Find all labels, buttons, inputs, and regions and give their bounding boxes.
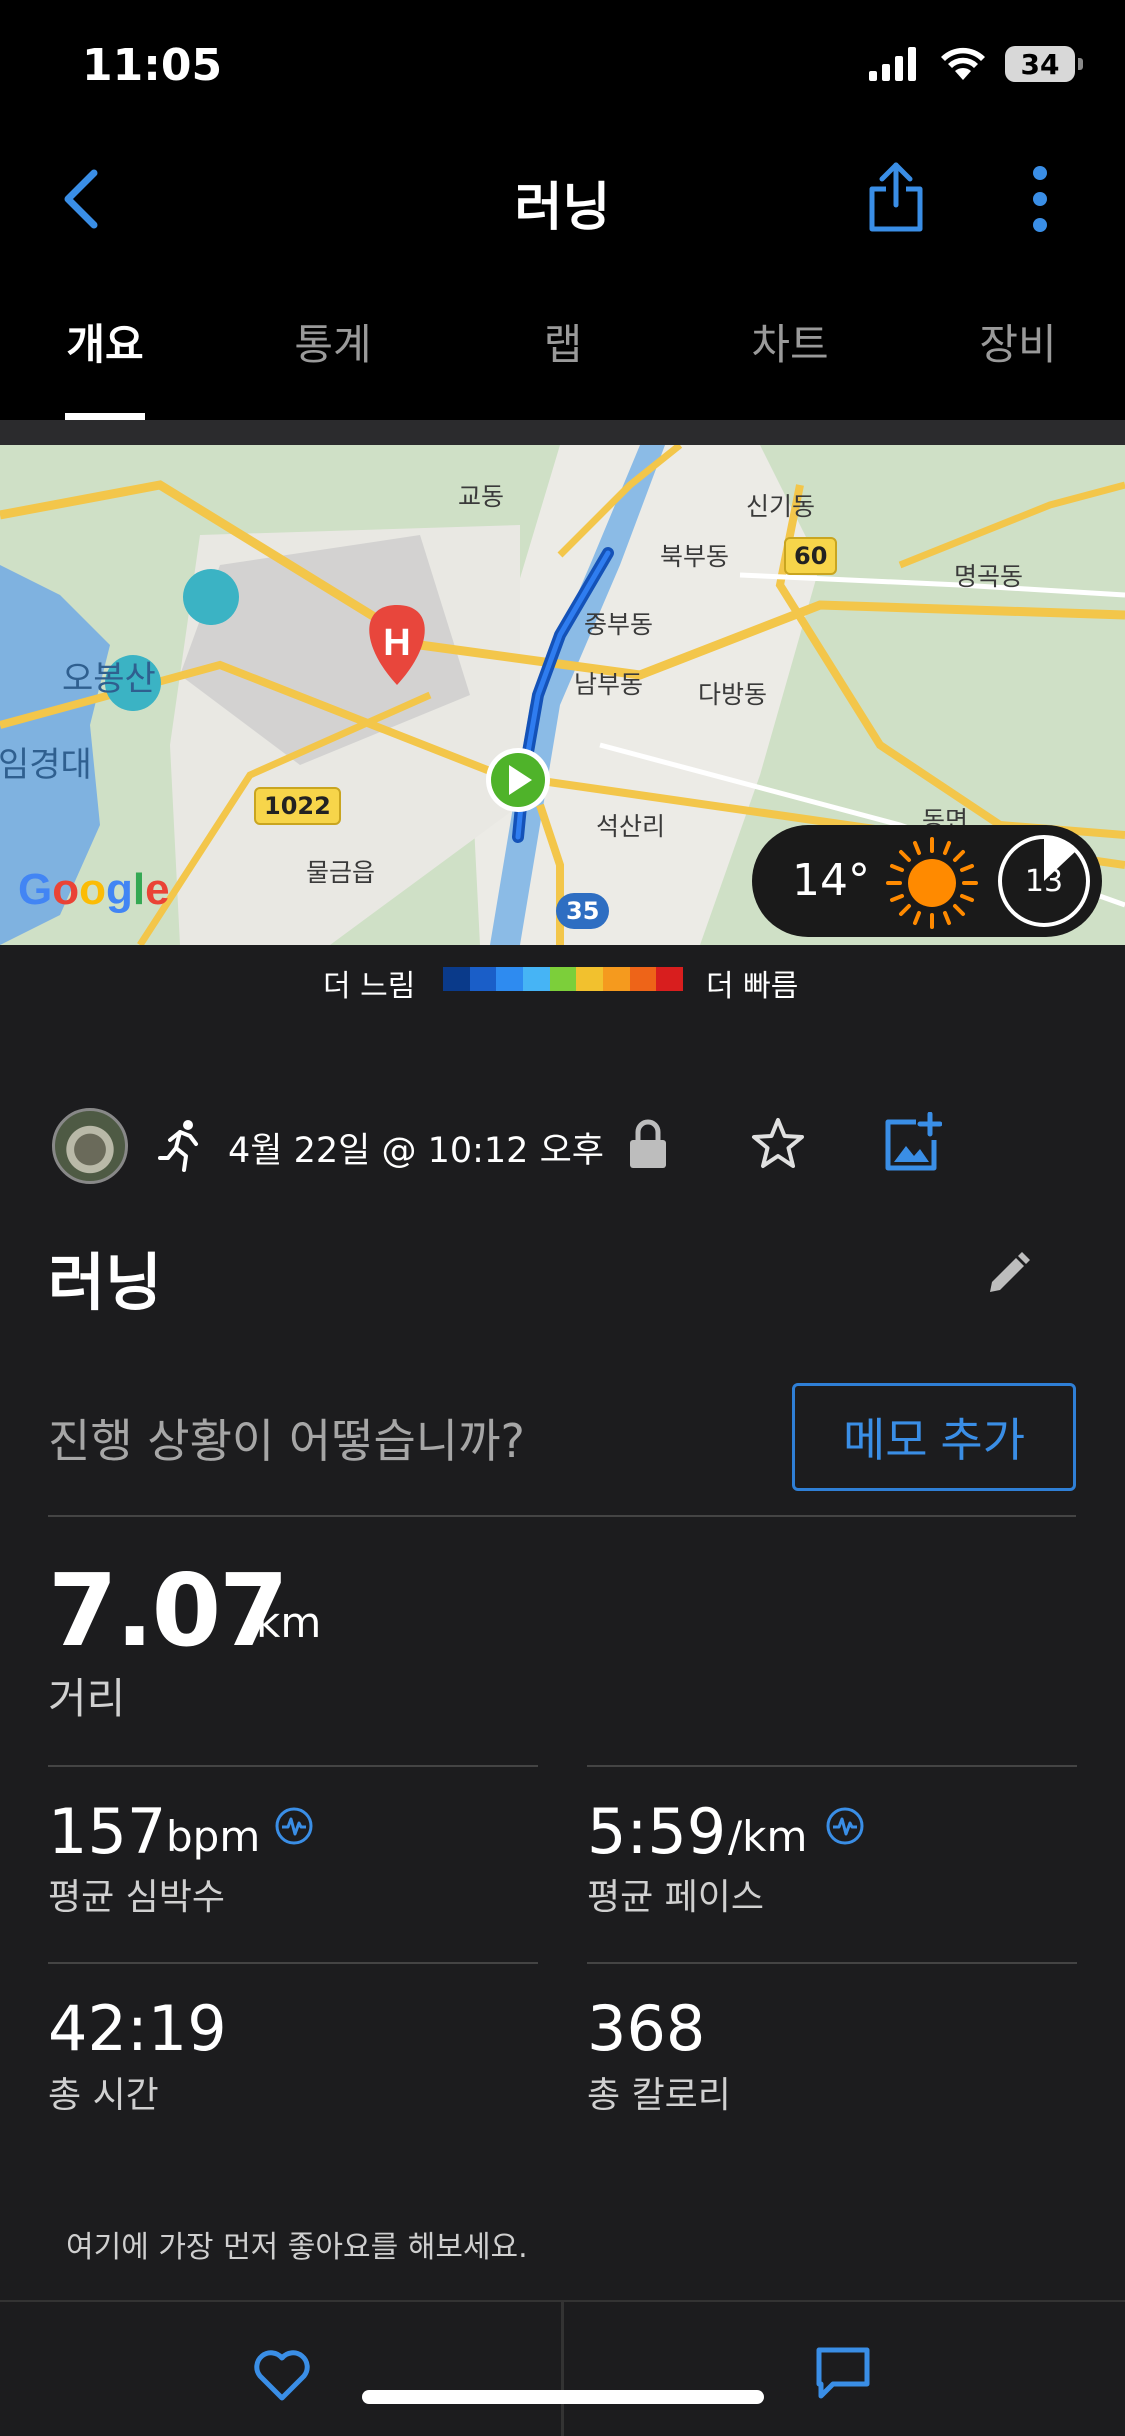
pace-color-swatch — [496, 967, 524, 991]
calories-value: 368 — [587, 1992, 706, 2065]
avg-pace-label: 평균 페이스 — [587, 1877, 765, 1918]
like-prompt: 여기에 가장 먼저 좋아요를 해보세요. — [66, 2230, 528, 2265]
activity-date: 4월 22일 @ 10:12 오후 — [228, 1131, 604, 1171]
add-photo-icon[interactable] — [884, 1112, 942, 1172]
road-badge: 35 — [556, 893, 610, 929]
map-label: 중부동 — [584, 610, 654, 639]
comment-icon[interactable] — [815, 2346, 871, 2400]
divider — [48, 1962, 538, 1964]
pace-info-icon[interactable] — [825, 1806, 865, 1846]
avg-pace-value: 5:59 — [587, 1795, 727, 1868]
star-icon[interactable] — [750, 1116, 806, 1172]
road-badge: 1022 — [254, 787, 341, 825]
legend-slow-label: 더 느림 — [323, 969, 416, 1004]
status-icons: 34 — [869, 46, 1083, 82]
bottom-action-bar — [0, 2300, 1125, 2436]
add-memo-button[interactable]: 메모 추가 — [792, 1383, 1076, 1491]
map-label: 석산리 — [596, 812, 666, 841]
pace-legend: 더 느림 더 빠름 — [0, 955, 1125, 1005]
pace-color-swatch — [603, 967, 630, 991]
wifi-icon — [941, 47, 985, 80]
divider — [561, 2302, 564, 2436]
heart-icon[interactable] — [252, 2346, 312, 2402]
tab-laps[interactable]: 랩 — [473, 311, 653, 372]
weather-temp: 14° — [792, 855, 870, 906]
distance-value: 7.07 — [48, 1552, 289, 1669]
lock-icon[interactable] — [628, 1118, 668, 1170]
wind-speed-value: 13 — [1024, 863, 1064, 899]
pace-color-swatch — [549, 967, 577, 991]
map-label: 오봉산 — [62, 659, 156, 699]
wind-speed: 13 — [998, 835, 1090, 927]
avg-pace-unit: /km — [728, 1812, 808, 1861]
battery-icon: 34 — [1005, 46, 1083, 82]
tab-stats[interactable]: 통계 — [243, 311, 423, 372]
running-icon — [158, 1120, 198, 1172]
sun-icon — [886, 837, 978, 929]
tab-overview[interactable]: 개요 — [15, 311, 195, 372]
pace-color-swatch — [523, 967, 550, 991]
edit-icon[interactable] — [986, 1252, 1030, 1296]
map-label: 교동 — [458, 482, 505, 511]
divider — [48, 1515, 1076, 1517]
weather-badge: 14° 13 — [752, 825, 1102, 937]
map-label: 다방동 — [698, 680, 768, 709]
map-label: 북부동 — [660, 542, 730, 571]
road-badge: 60 — [784, 537, 838, 575]
progress-question: 진행 상황이 어떻습니까? — [48, 1414, 525, 1468]
divider — [587, 1765, 1077, 1767]
google-logo: Google — [18, 865, 170, 914]
map-label: 물금읍 — [306, 858, 376, 887]
share-icon[interactable] — [868, 161, 924, 233]
avg-hr-value: 157 — [48, 1795, 167, 1868]
tab-bar: 개요 통계 랩 차트 장비 — [0, 265, 1125, 420]
more-vertical-icon[interactable] — [1028, 165, 1052, 233]
avatar[interactable] — [52, 1108, 128, 1184]
distance-label: 거리 — [48, 1674, 126, 1723]
nav-bar: 러닝 — [0, 135, 1125, 265]
pace-color-swatch — [469, 967, 497, 991]
home-indicator — [362, 2390, 764, 2404]
map-label: 신기동 — [746, 492, 816, 521]
pace-color-swatch — [656, 967, 684, 991]
tab-gear[interactable]: 장비 — [928, 311, 1108, 372]
heart-rate-icon[interactable] — [274, 1806, 314, 1846]
divider — [48, 1765, 538, 1767]
activity-title: 러닝 — [48, 1246, 163, 1319]
divider-strip — [0, 420, 1125, 445]
map-label: 임경대 — [0, 745, 92, 785]
signal-icon — [869, 47, 916, 81]
pace-color-swatch — [576, 967, 604, 991]
avg-hr-unit: bpm — [166, 1812, 261, 1861]
legend-fast-label: 더 빠름 — [706, 969, 799, 1004]
svg-text:H: H — [383, 622, 410, 664]
map-label: 명곡동 — [954, 562, 1024, 591]
pace-color-swatch — [629, 967, 657, 991]
pace-color-swatch — [443, 967, 470, 991]
status-bar: 11:05 34 — [0, 0, 1125, 135]
total-time-value: 42:19 — [48, 1992, 227, 2065]
activity-meta-row: 4월 22일 @ 10:12 오후 — [0, 1100, 1125, 1190]
status-time: 11:05 — [82, 40, 223, 91]
divider — [587, 1962, 1077, 1964]
active-tab-indicator — [65, 413, 145, 420]
map-label: 남부동 — [574, 670, 644, 699]
page-title: 러닝 — [514, 178, 611, 238]
avg-hr-label: 평균 심박수 — [48, 1877, 226, 1918]
distance-unit: km — [256, 1598, 322, 1647]
total-time-label: 총 시간 — [48, 2075, 159, 2116]
tab-charts[interactable]: 차트 — [700, 311, 880, 372]
pace-color-scale — [443, 967, 684, 991]
calories-label: 총 칼로리 — [587, 2075, 731, 2116]
